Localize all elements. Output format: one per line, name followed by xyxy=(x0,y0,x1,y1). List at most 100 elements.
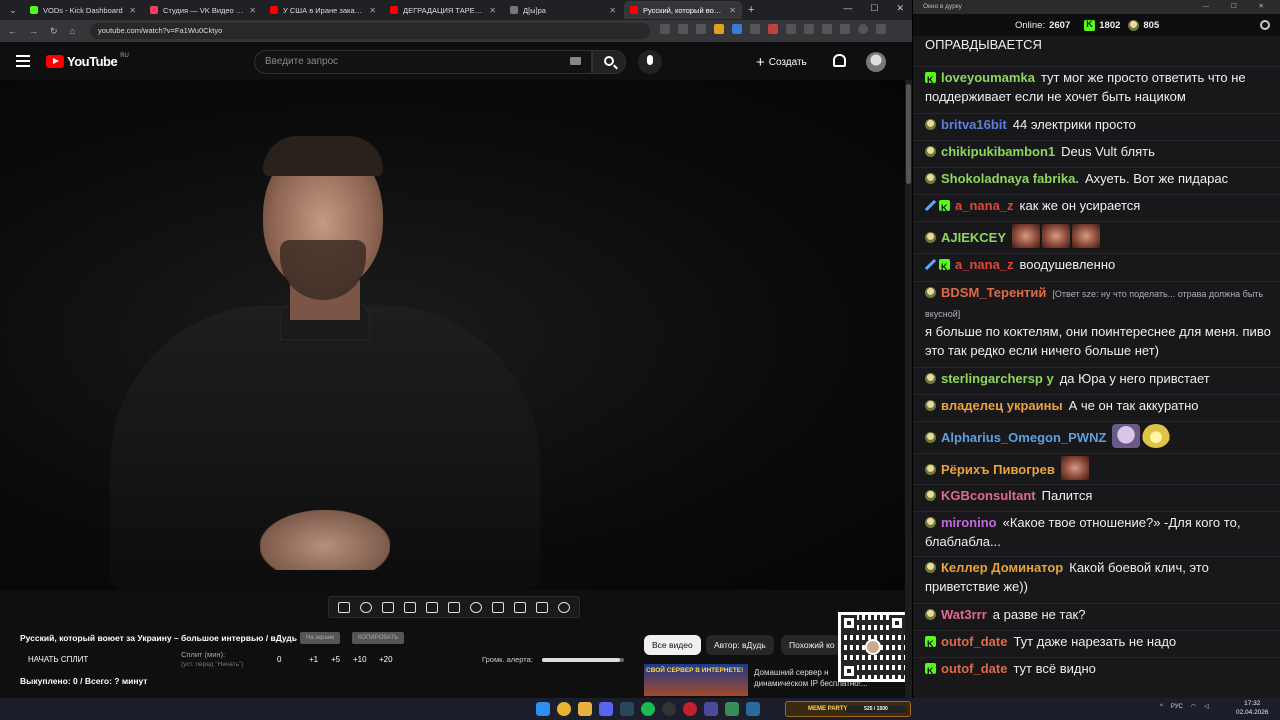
chat-username[interactable]: BDSM_Терентий xyxy=(941,285,1046,300)
add-clip-icon[interactable] xyxy=(492,601,504,613)
chat-username[interactable]: outof_date xyxy=(941,661,1007,676)
picture-in-picture-icon[interactable] xyxy=(426,601,438,613)
chat-settings-gear-icon[interactable] xyxy=(1260,20,1270,30)
chip-author[interactable]: Автор: вДудь xyxy=(706,635,774,655)
search-input[interactable]: Введите запрос xyxy=(254,50,592,74)
extension-icon[interactable] xyxy=(768,24,778,34)
chat-username[interactable]: britva16bit xyxy=(941,117,1007,132)
chat-username[interactable]: Рёрихъ Пивогрев xyxy=(941,462,1055,477)
tab-search-icon[interactable]: ⌄ xyxy=(4,2,22,18)
tab-close-icon[interactable]: ✕ xyxy=(249,6,256,15)
meme-party-widget[interactable]: MEME PARTY 525 / 1500 xyxy=(785,701,911,717)
chat-message[interactable]: a_nana_z как же он усирается xyxy=(925,197,1273,218)
chat-message[interactable]: ОПРАВДЫВАЕТСЯ xyxy=(925,36,1273,55)
extension-icon[interactable] xyxy=(750,24,760,34)
maximize-icon[interactable]: ☐ xyxy=(870,3,878,14)
promo-thumbnail[interactable]: СВОЙ СЕРВЕР В ИНТЕРНЕТЕ! xyxy=(644,664,748,696)
chat-message[interactable]: a_nana_z воодушевленно xyxy=(925,256,1273,277)
chat-message[interactable]: AJIEKCEY xyxy=(925,224,1273,248)
youtube-logo[interactable]: YouTube RU xyxy=(46,53,129,69)
chat-message[interactable]: mironino «Какое твое отношение?» -Для ког… xyxy=(925,514,1273,551)
extension-icon[interactable] xyxy=(786,24,796,34)
chat-username[interactable]: a_nana_z xyxy=(955,198,1014,213)
chat-username[interactable]: владелец украины xyxy=(941,398,1063,413)
chat-username[interactable]: loveyoumamka xyxy=(941,70,1035,85)
tab-close-icon[interactable]: ✕ xyxy=(129,6,136,15)
spotify-icon[interactable] xyxy=(641,702,655,716)
app-icon[interactable] xyxy=(746,702,760,716)
add-10-button[interactable]: +10 xyxy=(353,655,367,664)
chat-message[interactable]: Shokoladnaya fabrika. Ахуеть. Вот же пида… xyxy=(925,170,1273,189)
chat-message[interactable]: владелец украины А че он так аккуратно xyxy=(925,397,1273,416)
chat-username[interactable]: Келлер Доминатор xyxy=(941,560,1063,575)
extension-icon[interactable] xyxy=(660,24,670,34)
app-icon[interactable] xyxy=(704,702,718,716)
forward-icon[interactable]: → xyxy=(29,26,38,37)
chat-message[interactable]: loveyoumamkaтут мог же просто ответить ч… xyxy=(925,69,1273,106)
create-button[interactable]: + Создать xyxy=(756,52,807,72)
browser-tab[interactable]: Д[ы]ра ✕ xyxy=(504,1,622,19)
extension-icon[interactable] xyxy=(714,24,724,34)
chat-message[interactable]: outof_date тут всё видно xyxy=(925,660,1273,681)
speed-gauge-icon[interactable] xyxy=(470,601,482,613)
chat-message[interactable]: Келлер Доминатор Какой боевой клич, это п… xyxy=(925,559,1273,596)
tab-close-icon[interactable]: ✕ xyxy=(369,6,376,15)
search-button[interactable] xyxy=(592,50,626,74)
alert-volume-slider[interactable] xyxy=(542,658,624,662)
chat-message[interactable]: Alpharius_Omegon_PWNZ xyxy=(925,424,1273,448)
download-icon[interactable] xyxy=(804,24,814,34)
chat-message[interactable]: BDSM_Терентий [Ответ sze: ну что поделать… xyxy=(925,284,1273,360)
film-icon[interactable] xyxy=(404,601,416,613)
tray-chevron-icon[interactable]: ^ xyxy=(1160,704,1163,710)
chat-username[interactable]: Alpharius_Omegon_PWNZ xyxy=(941,430,1106,445)
chat-username[interactable]: sterlingarchersp y xyxy=(941,371,1054,386)
chrome-icon[interactable] xyxy=(557,702,571,716)
page-scrollbar[interactable] xyxy=(905,80,912,698)
chat-message[interactable]: chikipukibambon1 Deus Vult блять xyxy=(925,143,1273,162)
chat-username[interactable]: a_nana_z xyxy=(955,257,1014,272)
tab-close-icon[interactable]: ✕ xyxy=(609,6,616,15)
extension-icon[interactable] xyxy=(732,24,742,34)
new-tab-button[interactable]: + xyxy=(748,4,754,16)
broadcast-icon[interactable] xyxy=(360,601,372,613)
video-player[interactable] xyxy=(0,80,905,590)
flask-icon[interactable] xyxy=(536,601,548,613)
chat-message[interactable]: outof_date Тут даже нарезать не надо xyxy=(925,633,1273,654)
discord-icon[interactable] xyxy=(599,702,613,716)
frames-icon[interactable] xyxy=(448,601,460,613)
keyboard-icon[interactable] xyxy=(570,57,581,65)
chat-username[interactable]: outof_date xyxy=(941,634,1007,649)
url-field[interactable]: youtube.com/watch?v=Fa1Wu0Cktyo xyxy=(90,23,650,39)
volume-icon[interactable]: ◁ xyxy=(1204,703,1209,710)
menu-icon[interactable] xyxy=(876,24,886,34)
chat-username[interactable]: KGBconsultant xyxy=(941,488,1036,503)
app-icon[interactable] xyxy=(725,702,739,716)
chat-username[interactable]: chikipukibambon1 xyxy=(941,144,1055,159)
wifi-icon[interactable]: ◠ xyxy=(1191,703,1196,710)
minimize-icon[interactable]: — xyxy=(843,3,852,14)
loop-icon[interactable] xyxy=(338,601,350,613)
chat-message-list[interactable]: ОПРАВДЫВАЕТСЯ loveyoumamkaтут мог же прос… xyxy=(913,36,1280,698)
copy-button[interactable]: КОПИРОВАТЬ xyxy=(352,632,405,644)
obs-icon[interactable] xyxy=(662,702,676,716)
gear-icon[interactable] xyxy=(558,601,570,613)
add-5-button[interactable]: +5 xyxy=(331,655,340,664)
voice-search-button[interactable] xyxy=(638,50,662,74)
chat-message[interactable]: Рёрихъ Пивогрев xyxy=(925,456,1273,480)
chat-message[interactable]: Wat3rrr а разве не так? xyxy=(925,606,1273,625)
reload-icon[interactable]: ↻ xyxy=(50,26,58,37)
video-settings-icon[interactable] xyxy=(382,601,394,613)
app-icon[interactable] xyxy=(683,702,697,716)
folder-icon[interactable] xyxy=(578,702,592,716)
browser-tab[interactable]: Русский, который воюет з ✕ xyxy=(624,1,742,19)
chat-message[interactable]: sterlingarchersp y да Юра у него привстае… xyxy=(925,370,1273,389)
clock[interactable]: 17:32 02.04.2026 xyxy=(1236,700,1269,717)
split-view-icon[interactable] xyxy=(840,24,850,34)
menu-icon[interactable] xyxy=(16,55,30,67)
add-20-button[interactable]: +20 xyxy=(379,655,393,664)
screenshot-camera-icon[interactable] xyxy=(514,601,526,613)
chat-message[interactable]: KGBconsultant Палится xyxy=(925,487,1273,506)
profile-icon[interactable] xyxy=(858,24,868,34)
zoom-icon[interactable] xyxy=(678,24,688,34)
extensions-puzzle-icon[interactable] xyxy=(822,24,832,34)
